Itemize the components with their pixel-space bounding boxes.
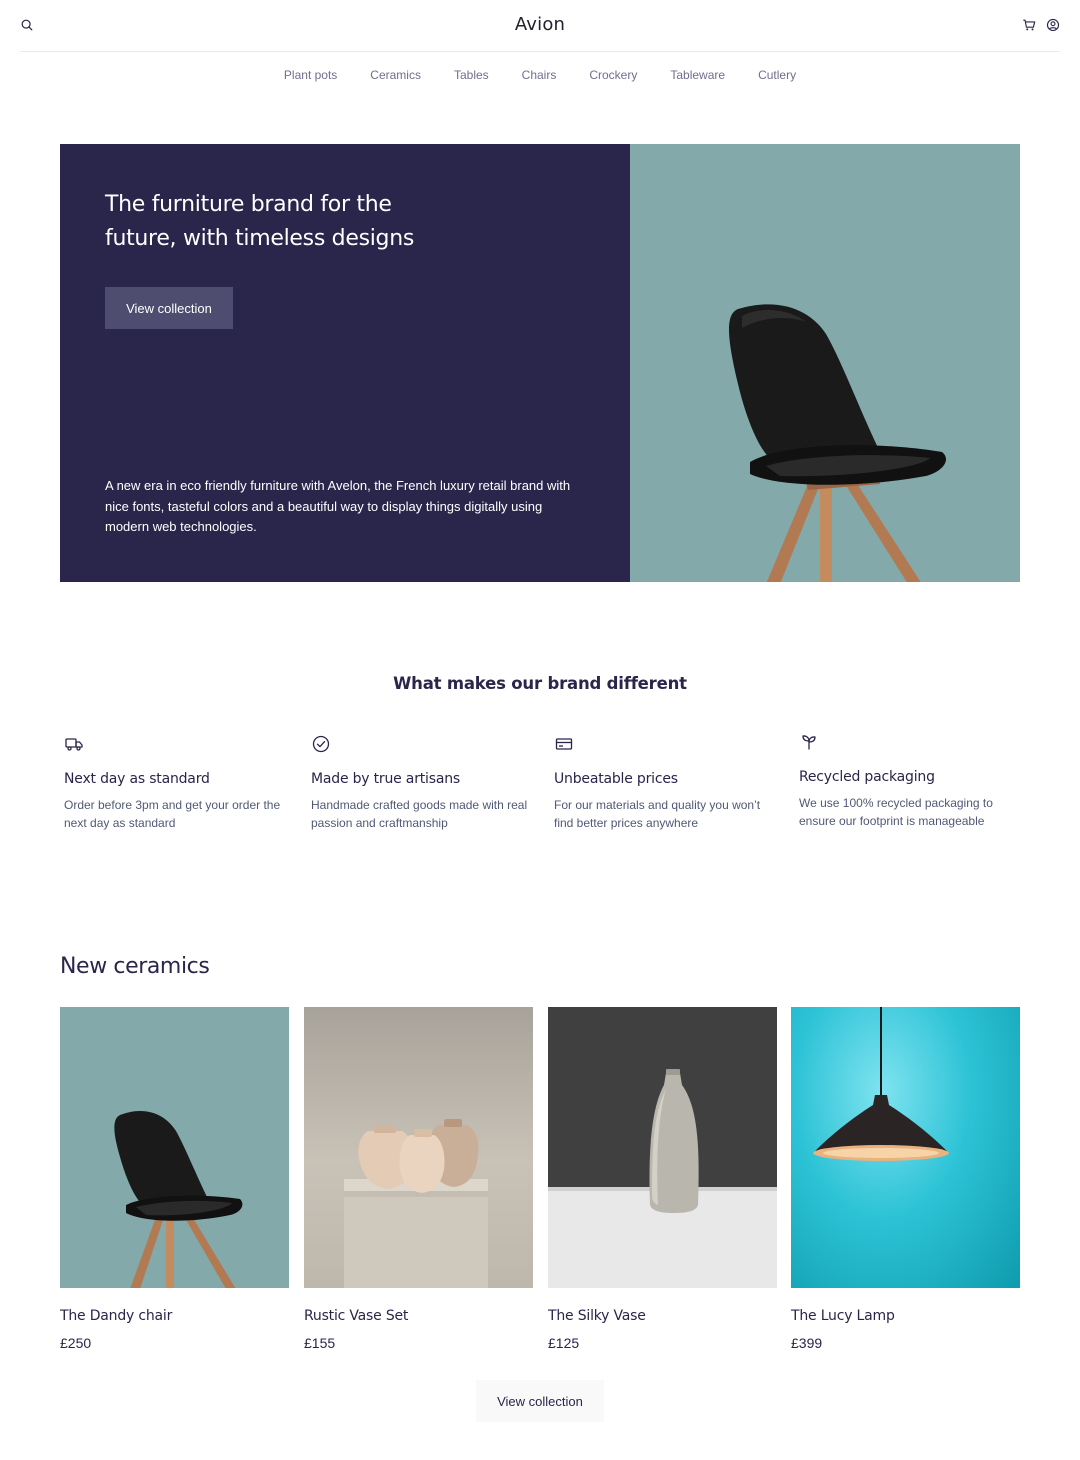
sprout-icon: [802, 735, 816, 750]
delivery-truck-icon: [65, 738, 83, 751]
check-circle-icon: [312, 735, 330, 753]
product-image[interactable]: [304, 1007, 533, 1288]
product-image[interactable]: [548, 1007, 777, 1288]
product-card[interactable]: Rustic Vase Set £155: [304, 1007, 533, 1351]
feature-next-day: Next day as standard Order before 3pm an…: [64, 734, 284, 832]
feature-text: For our materials and quality you won’t …: [554, 798, 761, 830]
category-nav: Plant pots Ceramics Tables Chairs Crocke…: [0, 68, 1080, 82]
credit-card-icon: [555, 738, 573, 750]
product-price: £125: [548, 1335, 580, 1351]
feature-prices: Unbeatable prices For our materials and …: [554, 734, 774, 832]
product-price: £250: [60, 1335, 92, 1351]
feature-text: We use 100% recycled packaging to ensure…: [799, 796, 993, 828]
product-image[interactable]: [60, 1007, 289, 1288]
nav-item-tables[interactable]: Tables: [454, 68, 489, 82]
brand-difference-title: What makes our brand different: [393, 674, 687, 693]
feature-title: Unbeatable prices: [554, 771, 678, 787]
hero-banner: The furniture brand for the future, with…: [60, 144, 1020, 582]
product-card[interactable]: The Lucy Lamp £399: [791, 1007, 1020, 1351]
hero-image: [630, 144, 1020, 582]
product-card[interactable]: The Silky Vase £125: [548, 1007, 777, 1351]
product-name[interactable]: The Silky Vase: [548, 1308, 777, 1324]
feature-artisans: Made by true artisans Handmade crafted g…: [311, 734, 531, 832]
nav-item-chairs[interactable]: Chairs: [522, 68, 557, 82]
hero-view-collection-button[interactable]: View collection: [105, 287, 233, 329]
product-name[interactable]: Rustic Vase Set: [304, 1308, 533, 1324]
chair-image: [729, 304, 947, 582]
new-ceramics-title: New ceramics: [60, 954, 210, 979]
site-header: Avion: [20, 0, 1060, 52]
hero-text-panel: The furniture brand for the future, with…: [60, 144, 630, 582]
product-name[interactable]: The Lucy Lamp: [791, 1308, 1020, 1324]
feature-title: Made by true artisans: [311, 771, 460, 787]
nav-item-plant-pots[interactable]: Plant pots: [284, 68, 337, 82]
header-actions: [1022, 18, 1060, 32]
nav-item-crockery[interactable]: Crockery: [589, 68, 637, 82]
feature-text: Order before 3pm and get your order the …: [64, 798, 281, 830]
nav-item-ceramics[interactable]: Ceramics: [370, 68, 421, 82]
product-price: £399: [791, 1335, 823, 1351]
product-image[interactable]: [791, 1007, 1020, 1288]
feature-text: Handmade crafted goods made with real pa…: [311, 798, 528, 830]
lamp-image: [813, 1007, 949, 1161]
feature-title: Recycled packaging: [799, 769, 935, 785]
nav-item-tableware[interactable]: Tableware: [670, 68, 725, 82]
product-name[interactable]: The Dandy chair: [60, 1308, 289, 1324]
feature-recycled: Recycled packaging We use 100% recycled …: [799, 732, 1019, 830]
vase-set-image: [344, 1119, 488, 1288]
nav-item-cutlery[interactable]: Cutlery: [758, 68, 796, 82]
vase-image: [548, 1007, 777, 1288]
product-card[interactable]: The Dandy chair £250: [60, 1007, 289, 1351]
brand-logo[interactable]: Avion: [20, 14, 1060, 35]
hero-description: A new era in eco friendly furniture with…: [105, 478, 571, 534]
feature-title: Next day as standard: [64, 771, 210, 787]
hero-title: The furniture brand for the future, with…: [105, 192, 415, 251]
product-price: £155: [304, 1335, 336, 1351]
user-icon[interactable]: [1046, 18, 1060, 32]
view-collection-button[interactable]: View collection: [476, 1380, 604, 1422]
cart-icon[interactable]: [1022, 18, 1036, 32]
chair-image: [114, 1110, 243, 1288]
